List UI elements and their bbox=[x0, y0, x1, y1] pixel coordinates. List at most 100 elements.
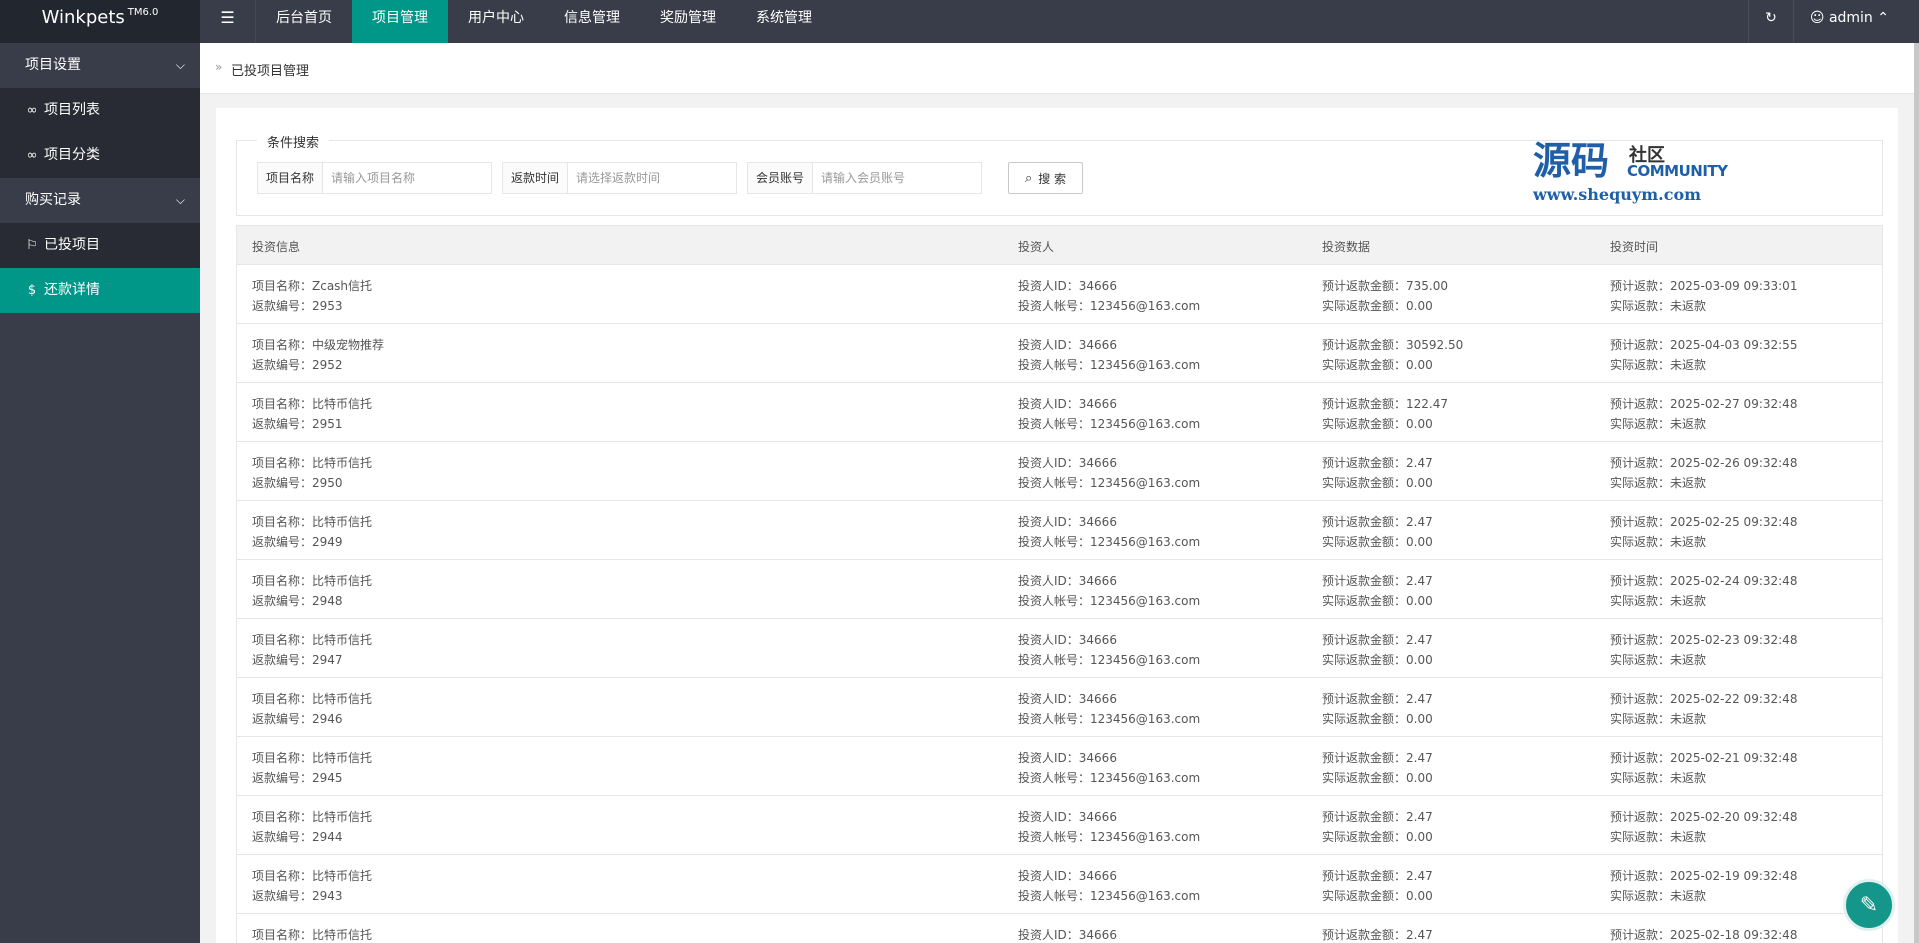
top-right: ↻ ☺ admin ⌃ bbox=[1748, 0, 1905, 43]
refund-time-input[interactable] bbox=[568, 162, 738, 194]
sidebar: 项目设置 ⌵ ∞ 项目列表 ∞ 项目分类 购买记录 ⌵ ⚐ 已投项目 $ 还款详情 bbox=[0, 43, 200, 943]
cell-text: 投资人ID：34666 bbox=[1018, 751, 1117, 765]
investment-info-cell: 项目名称：比特币信托返款编号：2942 bbox=[252, 925, 372, 943]
table-row: 项目名称：中级宠物推荐 返款编号：2952 投资人ID：34666 投资人帐号：123… bbox=[237, 324, 1882, 383]
page-title: 已投项目管理 bbox=[231, 64, 310, 79]
cell-text: 项目名称：中级宠物推荐 bbox=[252, 338, 385, 352]
nav-item-system[interactable]: 系统管理 bbox=[736, 0, 832, 43]
investor-cell: 投资人ID：34666投资人帐号：123456@163.com bbox=[1018, 453, 1200, 493]
cell-text: 返款编号：2948 bbox=[252, 594, 343, 608]
sidebar-item-invested[interactable]: ⚐ 已投项目 bbox=[0, 223, 200, 268]
investor-cell: 投资人ID：34666投资人帐号：123456@163.com bbox=[1018, 276, 1200, 316]
cell-text: 实际返款：未返款 bbox=[1610, 594, 1707, 608]
investment-info-cell: 项目名称：Zcash信托 返款编号：2953 bbox=[252, 276, 372, 316]
sidebar-group-label: 购买记录 bbox=[25, 192, 81, 208]
table-row: 项目名称：比特币信托 返款编号：2950 投资人ID：34666 投资人帐号：1234… bbox=[237, 442, 1882, 501]
investment-time-cell: 预计返款：2025-02-18 09:32:48实际返款：未返款 bbox=[1610, 925, 1797, 943]
investment-data-cell: 预计返款金额：2.47 实际返款金额：0.00 bbox=[1322, 689, 1433, 729]
member-account-label: 会员账号 bbox=[747, 162, 814, 194]
nav-item-users[interactable]: 用户中心 bbox=[448, 0, 544, 43]
cell-text: 投资人ID：34666 bbox=[1018, 810, 1117, 824]
investment-data-cell: 预计返款金额：122.47 实际返款金额：0.00 bbox=[1322, 394, 1448, 434]
cell-text: 返款编号：2946 bbox=[252, 712, 343, 726]
cell-text: 投资人ID：34666 bbox=[1018, 633, 1117, 647]
cell-text: 预计返款：2025-02-24 09:32:48 bbox=[1610, 574, 1798, 588]
investor-cell: 投资人ID：34666投资人帐号：123456@163.com bbox=[1018, 925, 1200, 943]
table-row: 项目名称：比特币信托 返款编号：2946 投资人ID：34666 投资人帐号：1234… bbox=[237, 678, 1882, 737]
investment-data-cell: 预计返款金额：2.47 实际返款金额：0.00 bbox=[1322, 748, 1433, 788]
nav-item-projects[interactable]: 项目管理 bbox=[352, 0, 448, 43]
investor-cell: 投资人ID：34666投资人帐号：123456@163.com bbox=[1018, 630, 1200, 670]
project-name-label: 项目名称 bbox=[257, 162, 324, 194]
investment-info-cell: 项目名称：比特币信托 返款编号：2948 bbox=[252, 571, 372, 611]
cell-text: 实际返款金额：0.00 bbox=[1322, 771, 1433, 785]
cell-text: 实际返款：未返款 bbox=[1610, 653, 1707, 667]
investment-time-cell: 预计返款：2025-02-26 09:32:48 实际返款：未返款 bbox=[1610, 453, 1797, 493]
watermark-en: COMMUNITY bbox=[1627, 162, 1728, 180]
user-menu[interactable]: ☺ admin ⌃ bbox=[1792, 0, 1905, 43]
sidebar-item-project-list[interactable]: ∞ 项目列表 bbox=[0, 88, 200, 133]
cell-text: 实际返款：未返款 bbox=[1610, 830, 1707, 844]
floating-help-button[interactable]: ✎ bbox=[1843, 879, 1895, 931]
investment-info-cell: 项目名称：比特币信托 返款编号：2951 bbox=[252, 394, 372, 434]
search-button-label: 搜 索 bbox=[1038, 171, 1067, 186]
cell-text: 预计返款金额：2.47 bbox=[1322, 692, 1433, 706]
cell-text: 投资人帐号：123456@163.com bbox=[1018, 594, 1201, 608]
cell-text: 实际返款：未返款 bbox=[1610, 535, 1707, 549]
sidebar-item-repayment-details[interactable]: $ 还款详情 bbox=[0, 268, 200, 313]
table-row: 项目名称：比特币信托 返款编号：2945 投资人ID：34666 投资人帐号：1234… bbox=[237, 737, 1882, 796]
table-row: 项目名称：比特币信托返款编号：2942 投资人ID：34666投资人帐号：1234… bbox=[237, 914, 1882, 943]
cell-text: 实际返款金额：0.00 bbox=[1322, 830, 1433, 844]
cell-text: 预计返款金额：122.47 bbox=[1322, 397, 1448, 411]
cell-text: 预计返款金额：2.47 bbox=[1322, 633, 1433, 647]
cell-text: 项目名称：比特币信托 bbox=[252, 692, 373, 706]
refund-time-label: 返款时间 bbox=[502, 162, 569, 194]
cell-text: 预计返款：2025-02-26 09:32:48 bbox=[1610, 456, 1798, 470]
double-chevron-right-icon: » bbox=[215, 60, 223, 74]
cell-text: 预计返款：2025-03-09 09:33:01 bbox=[1610, 279, 1798, 293]
investment-data-cell: 预计返款金额：2.47 实际返款金额：0.00 bbox=[1322, 630, 1433, 670]
investor-cell: 投资人ID：34666投资人帐号：123456@163.com bbox=[1018, 866, 1200, 906]
page-scrollbar[interactable] bbox=[1914, 43, 1919, 943]
member-account-filter: 会员账号 bbox=[747, 162, 983, 194]
cell-text: 项目名称：比特币信托 bbox=[252, 928, 373, 942]
sidebar-group-project-settings[interactable]: 项目设置 ⌵ bbox=[0, 43, 200, 88]
app-logo[interactable]: Winkpets TM6.0 bbox=[0, 0, 200, 43]
investment-info-cell: 项目名称：比特币信托 返款编号：2945 bbox=[252, 748, 372, 788]
nav-item-dashboard[interactable]: 后台首页 bbox=[256, 0, 352, 43]
chevron-down-icon: ⌵ bbox=[175, 193, 185, 207]
member-account-input[interactable] bbox=[813, 162, 983, 194]
cell-text: 实际返款：未返款 bbox=[1610, 476, 1707, 490]
content-panel: 条件搜索 项目名称 返款时间 会员账号 ⌕ 搜 索 源码 社区 COMMUNIT… bbox=[216, 108, 1898, 943]
cell-text: 投资人ID：34666 bbox=[1018, 928, 1117, 942]
chevron-up-icon: ⌃ bbox=[1877, 10, 1889, 26]
cell-text: 投资人帐号：123456@163.com bbox=[1018, 299, 1201, 313]
menu-toggle-icon[interactable]: ☰ bbox=[200, 0, 256, 43]
cell-text: 实际返款金额：0.00 bbox=[1322, 889, 1433, 903]
nav-item-rewards[interactable]: 奖励管理 bbox=[640, 0, 736, 43]
table-row: 项目名称：比特币信托 返款编号：2947 投资人ID：34666 投资人帐号：1234… bbox=[237, 619, 1882, 678]
cell-text: 返款编号：2943 bbox=[252, 889, 343, 903]
investment-data-cell: 预计返款金额：2.47 实际返款金额：0.00 bbox=[1322, 571, 1433, 611]
project-name-input[interactable] bbox=[323, 162, 493, 194]
investment-data-cell: 预计返款金额：30592.50 实际返款金额：0.00 bbox=[1322, 335, 1463, 375]
search-button[interactable]: ⌕ 搜 索 bbox=[1008, 162, 1083, 194]
cell-text: 预计返款金额：2.47 bbox=[1322, 751, 1433, 765]
nav-item-info[interactable]: 信息管理 bbox=[544, 0, 640, 43]
cell-text: 投资人ID：34666 bbox=[1018, 869, 1117, 883]
sidebar-item-project-category[interactable]: ∞ 项目分类 bbox=[0, 133, 200, 178]
app-version: TM6.0 bbox=[127, 7, 159, 18]
refund-time-filter: 返款时间 bbox=[502, 162, 738, 194]
cell-text: 实际返款金额：0.00 bbox=[1322, 594, 1433, 608]
table-row: 项目名称：比特币信托 返款编号：2951 投资人ID：34666 投资人帐号：1234… bbox=[237, 383, 1882, 442]
cell-text: 返款编号：2945 bbox=[252, 771, 343, 785]
refresh-icon[interactable]: ↻ bbox=[1748, 0, 1793, 43]
cell-text: 预计返款：2025-02-27 09:32:48 bbox=[1610, 397, 1798, 411]
watermark-logo: 源码 社区 COMMUNITY www.shequym.com bbox=[1533, 139, 1753, 209]
cell-text: 预计返款金额：2.47 bbox=[1322, 515, 1433, 529]
sidebar-item-label: 还款详情 bbox=[44, 282, 100, 298]
cell-text: 实际返款：未返款 bbox=[1610, 299, 1707, 313]
sidebar-group-purchase-records[interactable]: 购买记录 ⌵ bbox=[0, 178, 200, 223]
investor-cell: 投资人ID：34666投资人帐号：123456@163.com bbox=[1018, 335, 1200, 375]
cell-text: 投资人ID：34666 bbox=[1018, 397, 1117, 411]
